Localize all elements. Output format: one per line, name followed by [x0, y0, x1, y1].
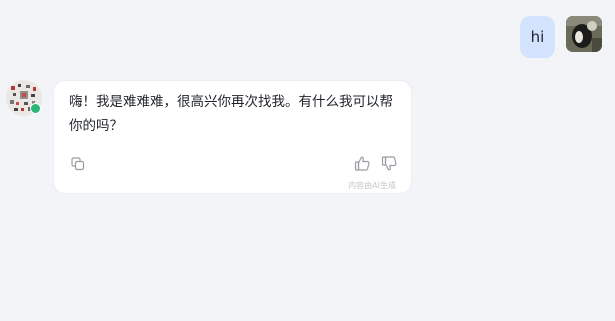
user-message-bubble: hi [520, 16, 555, 58]
bot-avatar[interactable] [6, 80, 42, 116]
chat-area: hi 嗨！我是难难难，很高兴你再次找我。有什么我可以帮你的吗？ 内容由AI生成 [0, 0, 615, 321]
bot-message-bubble: 嗨！我是难难难，很高兴你再次找我。有什么我可以帮你的吗？ 内容由AI生成 [53, 80, 412, 194]
user-message-text: hi [530, 28, 545, 46]
user-avatar[interactable] [566, 16, 602, 52]
online-status-dot [30, 103, 41, 114]
thumbs-down-icon[interactable] [381, 155, 398, 172]
ai-generated-note: 内容由AI生成 [348, 181, 396, 190]
copy-icon[interactable] [70, 156, 86, 172]
bot-message-text: 嗨！我是难难难，很高兴你再次找我。有什么我可以帮你的吗？ [69, 94, 393, 134]
thumbs-up-icon[interactable] [354, 155, 371, 172]
